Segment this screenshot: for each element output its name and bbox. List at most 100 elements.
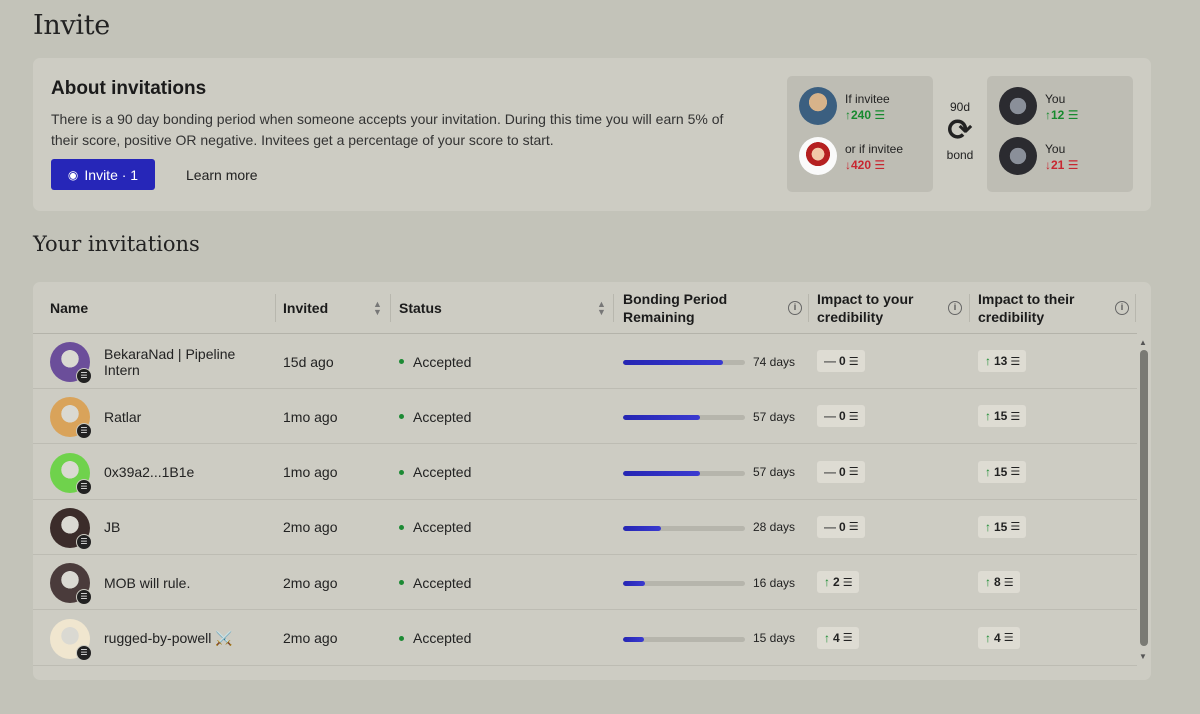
column-name[interactable]: Name — [50, 282, 88, 334]
arrow-up-icon: ↑ — [824, 630, 830, 645]
credibility-icon: ☰ — [1010, 355, 1020, 368]
invitee-positive-value: ↑240 — [845, 107, 872, 122]
table-row[interactable]: ☰ JB 2mo ago Accepted 28 days —0 ☰ ↑ 15 ☰ — [33, 500, 1137, 555]
status-dot-icon — [399, 414, 404, 420]
status: Accepted — [399, 500, 471, 555]
info-icon[interactable]: i — [788, 301, 802, 315]
credibility-icon: ☰ — [1067, 107, 1079, 122]
impact-theirs-chip: ↑ 15 ☰ — [978, 405, 1027, 428]
column-impact-yours[interactable]: Impact to your credibility — [817, 282, 947, 334]
flat-dash-icon: — — [824, 409, 836, 424]
credibility-icon: ☰ — [1003, 576, 1014, 589]
bonding-progress-bar — [623, 415, 745, 421]
days-remaining: 57 days — [753, 465, 796, 480]
invitee-positive-row: If invitee ↑240 ☰ — [799, 86, 890, 126]
days-remaining: 74 days — [753, 354, 796, 369]
sort-icon[interactable]: ▲ ▼ — [597, 300, 606, 317]
flat-dash-icon: — — [824, 464, 836, 479]
user-avatar[interactable]: ☰ — [50, 507, 92, 550]
sort-icon[interactable]: ▲ ▼ — [373, 300, 382, 317]
bonding-progress-fill — [623, 415, 700, 421]
table-header: Name Invited ▲ ▼ Status ▲ ▼ Bonding Period… — [33, 282, 1137, 334]
invitee-name[interactable]: Ratlar — [104, 389, 264, 444]
invitee-name[interactable]: MOB will rule. — [104, 555, 264, 610]
invitations-table: Name Invited ▲ ▼ Status ▲ ▼ Bonding Period… — [33, 282, 1151, 680]
impact-yours-value: 0 — [839, 409, 846, 424]
impact-theirs-chip: ↑ 13 ☰ — [978, 350, 1027, 372]
you-positive-value: ↑12 — [1045, 107, 1065, 122]
credibility-badge-icon: ☰ — [76, 478, 92, 495]
credibility-icon: ☰ — [1067, 157, 1079, 172]
status-label: Accepted — [413, 519, 472, 536]
credibility-badge-icon: ☰ — [76, 644, 92, 661]
invitee-label: or if invitee — [845, 141, 904, 156]
impact-theirs-chip: ↑ 8 ☰ — [978, 571, 1020, 594]
column-divider — [1135, 294, 1136, 322]
you-label: You — [1045, 91, 1066, 106]
column-impact-theirs[interactable]: Impact to their credibility — [978, 282, 1108, 334]
you-positive-row: You ↑12 ☰ — [999, 86, 1078, 126]
impact-theirs-value: 15 — [994, 519, 1008, 534]
bonding-progress-bar — [623, 525, 745, 531]
impact-theirs-value: 8 — [994, 575, 1001, 590]
table-row[interactable]: ☰ BekaraNad | Pipeline Intern 15d ago Accep… — [33, 334, 1137, 389]
invitee-name[interactable]: rugged-by-powell ⚔️ — [104, 611, 264, 666]
learn-more-link[interactable]: Learn more — [186, 167, 258, 183]
days-remaining: 57 days — [753, 409, 796, 424]
scroll-up-arrow[interactable]: ▲ — [1139, 338, 1147, 347]
column-invited[interactable]: Invited — [283, 282, 328, 334]
credibility-icon: ☰ — [1010, 410, 1020, 423]
user-avatar[interactable]: ☰ — [50, 452, 92, 495]
info-icon[interactable]: i — [1115, 301, 1129, 315]
status: Accepted — [399, 389, 471, 444]
impact-yours-value: 4 — [833, 630, 840, 645]
status-label: Accepted — [413, 574, 472, 591]
impact-theirs-value: 4 — [994, 630, 1001, 645]
impact-yours-value: 0 — [839, 519, 846, 534]
invitee-outcome-box: If invitee ↑240 ☰ or if invitee ↓420 ☰ — [787, 76, 933, 192]
table-row[interactable]: ☰ Ratlar 1mo ago Accepted 57 days —0 ☰ ↑ 15 ☰ — [33, 389, 1137, 445]
table-row[interactable]: ☰ rugged-by-powell ⚔️ 2mo ago Accepted 15 da… — [33, 611, 1137, 666]
invited-time: 1mo ago — [283, 408, 338, 425]
bonding-progress-fill — [623, 470, 700, 476]
invitee-name[interactable]: BekaraNad | Pipeline Intern — [104, 334, 264, 389]
user-avatar — [999, 137, 1037, 175]
status: Accepted — [399, 334, 471, 389]
invitee-name[interactable]: 0x39a2...1B1e — [104, 445, 264, 500]
invited-time: 2mo ago — [283, 519, 338, 536]
status: Accepted — [399, 445, 471, 500]
user-avatar[interactable]: ☰ — [50, 618, 92, 661]
credibility-badge-icon: ☰ — [76, 589, 92, 606]
invite-button[interactable]: ◉ Invite · 1 — [51, 159, 155, 190]
you-outcome-box: You ↑12 ☰ You ↓21 ☰ — [987, 76, 1133, 192]
column-bonding[interactable]: Bonding Period Remaining — [623, 282, 753, 334]
scroll-down-arrow[interactable]: ▼ — [1139, 652, 1147, 661]
status-label: Accepted — [413, 353, 472, 370]
column-divider — [275, 294, 276, 322]
impact-yours-value: 0 — [839, 464, 846, 479]
impact-yours-chip: —0 ☰ — [817, 460, 865, 483]
table-row[interactable]: ☰ MOB will rule. 2mo ago Accepted 16 days ↑ 2 ☰… — [33, 555, 1137, 611]
table-row[interactable]: ☰ 0x39a2...1B1e 1mo ago Accepted 57 days —0 ☰ ↑… — [33, 445, 1137, 500]
invitee-name[interactable]: JB — [104, 500, 264, 555]
you-negative-value: ↓21 — [1045, 157, 1065, 172]
user-avatar[interactable]: ☰ — [50, 563, 92, 606]
arrow-up-icon: ↑ — [985, 575, 991, 590]
credibility-icon: ☰ — [874, 157, 886, 172]
invitee-avatar — [799, 137, 837, 175]
about-title: About invitations — [51, 78, 207, 99]
user-avatar[interactable]: ☰ — [50, 342, 92, 384]
credibility-icon: ☰ — [842, 576, 853, 589]
user-avatar[interactable]: ☰ — [50, 397, 92, 440]
status-dot-icon — [399, 635, 404, 641]
credibility-icon: ☰ — [848, 410, 859, 423]
status-label: Accepted — [413, 630, 472, 646]
info-icon[interactable]: i — [948, 301, 962, 315]
scrollbar-thumb[interactable] — [1140, 350, 1148, 646]
impact-theirs-value: 15 — [994, 464, 1008, 479]
column-status[interactable]: Status — [399, 282, 442, 334]
impact-theirs-chip: ↑ 4 ☰ — [978, 626, 1020, 649]
bond-days: 90d — [949, 100, 971, 114]
invitee-avatar — [799, 87, 837, 125]
bond-label: bond — [946, 148, 974, 162]
